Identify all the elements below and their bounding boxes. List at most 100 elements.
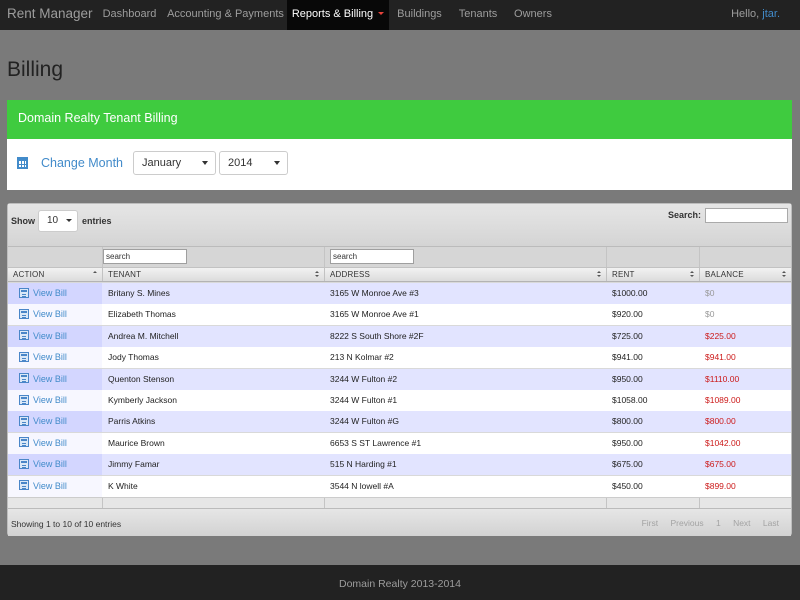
address-cell: 8222 S South Shore #2F [330,330,424,341]
table-row: View Bill Parris Atkins 3244 W Fulton #G $8… [8,411,791,433]
sort-icon [597,271,602,278]
view-bill-link[interactable]: View Bill [8,475,102,497]
tenant-cell: Britany S. Mines [108,288,170,298]
balance-cell: $800.00 [705,416,736,427]
view-bill-label: View Bill [33,288,67,298]
table-row: View Bill Andrea M. Mitchell 8222 S South … [8,325,791,347]
balance-cell: $1110.00 [705,373,740,384]
search-label: Search: [668,210,702,220]
view-bill-link[interactable]: View Bill [8,432,102,454]
username-link[interactable]: jtar. [762,8,780,20]
balance-cell: $675.00 [705,459,736,470]
tenant-cell: Andrea M. Mitchell [108,330,179,341]
pager-page-1[interactable]: 1 [716,518,721,528]
view-bill-link[interactable]: View Bill [8,390,102,411]
pager-first[interactable]: First [642,518,659,528]
table-row: View Bill Kymberly Jackson 3244 W Fulton #… [8,390,791,411]
brand-link[interactable]: Rent Manager [7,0,93,30]
nav-accounting-payments[interactable]: Accounting & Payments [164,0,287,30]
view-bill-link[interactable]: View Bill [8,304,102,326]
entries-length-select[interactable]: 10 [38,210,78,232]
bill-icon [19,394,29,405]
column-divider [606,498,607,508]
view-bill-link[interactable]: View Bill [8,411,102,433]
col-header-address[interactable]: ADDRESS [324,268,606,281]
change-month-label[interactable]: Change Month [41,156,123,170]
pager-last[interactable]: Last [763,518,779,528]
nav-reports-billing-label: Reports & Billing [291,8,374,20]
tenant-cell: Jody Thomas [108,352,159,363]
table-row: View Bill Jimmy Famar 515 N Harding #1 $675… [8,454,791,476]
view-bill-link[interactable]: View Bill [8,454,102,476]
rent-cell: $800.00 [612,416,643,427]
view-bill-label: View Bill [33,459,67,470]
view-bill-link[interactable]: View Bill [8,347,102,369]
calendar-icon [17,157,28,169]
tenant-cell: Parris Atkins [108,416,156,427]
column-filter-row: search search [8,247,791,267]
rent-cell: $920.00 [612,309,643,320]
chevron-down-icon [274,161,280,165]
view-bill-label: View Bill [33,395,67,405]
view-bill-label: View Bill [33,330,67,341]
nav-reports-billing[interactable]: Reports & Billing [287,0,389,30]
col-header-balance-label: BALANCE [705,270,744,279]
year-select[interactable]: 2014 [219,151,288,175]
col-header-balance[interactable]: BALANCE [699,268,791,281]
month-select[interactable]: January [133,151,216,175]
tenant-filter-input[interactable]: search [103,249,187,264]
col-header-action-label: ACTION [13,270,45,279]
nav-owners[interactable]: Owners [506,0,560,30]
table-header: ACTION TENANT ADDRESS RENT BALANCE [8,267,791,282]
column-divider [699,498,700,508]
col-header-rent[interactable]: RENT [606,268,699,281]
col-header-tenant[interactable]: TENANT [102,268,324,281]
entries-label: entries [82,216,112,226]
caret-down-icon [378,11,385,15]
show-label: Show [11,216,35,226]
rent-cell: $950.00 [612,437,643,448]
table-row: View Bill K White 3544 N lowell #A $450.00 $… [8,475,791,497]
rent-cell: $725.00 [612,330,643,341]
column-divider [606,247,607,267]
pager-next[interactable]: Next [733,518,750,528]
bill-icon [19,287,29,298]
balance-cell: $0 [705,309,715,320]
view-bill-link[interactable]: View Bill [8,325,102,347]
nav-tenants[interactable]: Tenants [450,0,506,30]
bill-icon [19,458,29,469]
col-header-rent-label: RENT [612,270,635,279]
view-bill-label: View Bill [33,416,67,427]
month-select-value: January [142,157,182,169]
nav-buildings[interactable]: Buildings [389,0,450,30]
table-spacer-row [8,497,791,508]
column-divider [102,498,103,508]
nav-dashboard[interactable]: Dashboard [95,0,164,30]
table-toolbar: Show 10 entries Search: [8,204,791,247]
address-filter-input[interactable]: search [330,249,414,264]
pager-previous[interactable]: Previous [671,518,704,528]
column-divider [699,247,700,267]
chevron-down-icon [66,219,72,222]
bill-icon [19,373,29,384]
table-info: Showing 1 to 10 of 10 entries [11,519,122,529]
column-divider [324,247,325,267]
bill-icon [19,351,29,362]
bill-icon [19,480,29,491]
balance-cell: $0 [705,288,715,298]
view-bill-link[interactable]: View Bill [8,283,102,304]
address-cell: 3244 W Fulton #2 [330,373,398,384]
table-row: View Bill Jody Thomas 213 N Kolmar #2 $941.… [8,347,791,369]
rent-cell: $1058.00 [612,395,648,405]
search-input[interactable] [705,208,788,223]
table-row: View Bill Elizabeth Thomas 3165 W Monroe A… [8,304,791,326]
address-cell: 3244 W Fulton #1 [330,395,398,405]
tenant-cell: Kymberly Jackson [108,395,177,405]
col-header-action[interactable]: ACTION [8,268,102,281]
view-bill-label: View Bill [33,352,67,363]
tenant-cell: Elizabeth Thomas [108,309,176,320]
view-bill-link[interactable]: View Bill [8,368,102,390]
panel-heading: Domain Realty Tenant Billing [7,100,792,139]
view-bill-label: View Bill [33,480,67,491]
column-divider [324,498,325,508]
